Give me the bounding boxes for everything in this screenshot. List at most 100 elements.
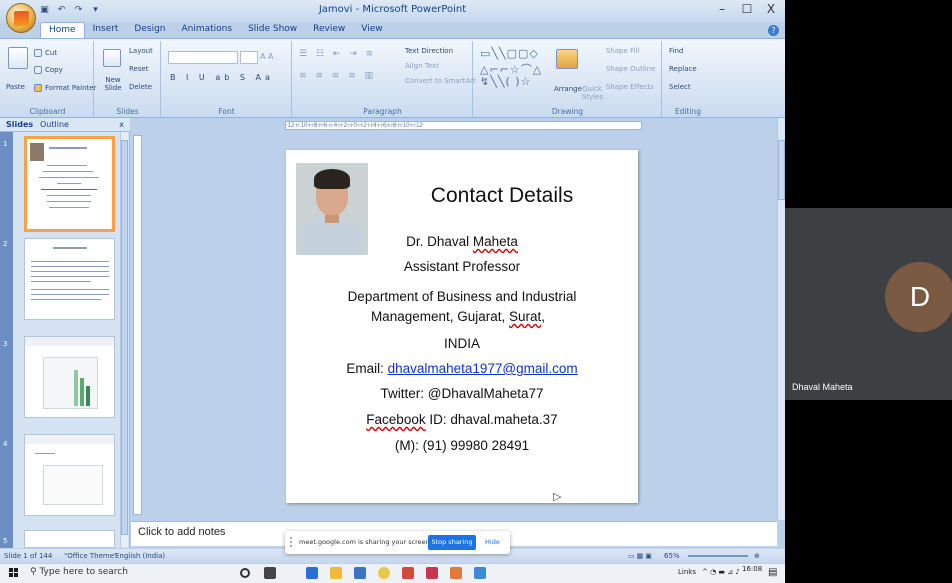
panel-scrollbar[interactable] [120,132,128,547]
smartart-button[interactable]: Convert to SmartArt [405,77,476,85]
fit-slide-icon[interactable]: ⊕ [754,552,760,560]
office-button[interactable] [6,3,36,33]
dept-city: Surat [509,309,542,324]
zoom-slider[interactable] [688,555,748,557]
align-icons[interactable]: ≡ ≡ ≡ ≡ ▥ [299,71,376,81]
font-name-combo[interactable] [168,51,238,64]
tab-view[interactable]: View [353,22,390,39]
chrome-icon[interactable] [378,567,390,579]
ribbon-tabs: Home Insert Design Animations Slide Show… [40,22,391,39]
copy-button[interactable]: Copy [45,66,63,74]
paste-icon[interactable] [8,47,28,69]
align-text-button[interactable]: Align Text [405,62,439,70]
tab-animations[interactable]: Animations [173,22,240,39]
font-size-combo[interactable] [240,51,258,64]
slide-scroll-knob[interactable] [778,140,785,200]
close-button[interactable]: X [762,2,780,16]
grow-font-icon[interactable]: A A [260,52,274,61]
slide-thumbnail-1[interactable] [24,136,115,232]
editing-label: Editing [674,107,702,116]
task-view-icon[interactable] [264,567,276,579]
help-icon[interactable]: ? [768,25,779,36]
tab-home[interactable]: Home [40,22,85,39]
tab-slide-show[interactable]: Slide Show [240,22,305,39]
arrange-icon[interactable] [556,49,578,69]
cortana-icon[interactable] [240,568,250,578]
drag-handle-icon[interactable] [290,537,293,547]
app-icon-3[interactable] [474,567,486,579]
thumb-line [49,207,89,208]
font-format-icons[interactable]: B I U ab S Aa [170,73,274,82]
email-link[interactable]: dhavalmaheta1977@gmail.com [388,361,578,376]
font-group: A A B I U ab S Aa Font [162,41,292,117]
participant-name: Dhaval Maheta [792,382,853,392]
thumb-photo [30,143,44,161]
slide-thumbnail-5[interactable] [24,530,115,548]
thumb-line [49,147,87,149]
tab-insert[interactable]: Insert [85,22,127,39]
minimize-button[interactable]: – [713,2,731,16]
tray-links[interactable]: Links [678,568,696,576]
shape-fill-button[interactable]: Shape Fill [606,47,640,55]
cut-button[interactable]: Cut [45,49,57,57]
slide-scrollbar[interactable] [777,118,785,520]
text-direction-button[interactable]: Text Direction [405,47,453,55]
windows-start-icon[interactable] [9,568,19,578]
slide-canvas[interactable]: Contact Details Dr. Dhaval Maheta Assist… [286,150,638,503]
shape-effects-button[interactable]: Shape Effects [606,83,654,91]
slide-thumbnail-3[interactable] [24,336,115,418]
office-logo-icon [14,11,29,26]
thumb-line [53,247,87,249]
tray-clock[interactable]: 16:08 [742,565,762,573]
windows-taskbar: ⚲ Type here to search Links ^ ◔ ▬ ⊿ ♪ 16… [0,564,785,583]
paste-button[interactable]: Paste [6,83,25,91]
reset-button[interactable]: Reset [129,65,149,73]
delete-button[interactable]: Delete [129,83,152,91]
slide-thumbnail-4[interactable] [24,434,115,516]
name-surname: Maheta [472,234,518,249]
store-icon[interactable] [354,567,366,579]
email-label: Email: [346,361,388,376]
taskbar-search[interactable]: ⚲ Type here to search [30,567,230,581]
panel-scroll-knob[interactable] [121,140,128,535]
notes-placeholder: Click to add notes [138,526,226,538]
app-icon-2[interactable] [450,567,462,579]
thumb-line [31,266,109,267]
find-button[interactable]: Find [669,47,683,55]
format-painter-button[interactable]: Format Painter [45,84,96,92]
edge-icon[interactable] [306,567,318,579]
arrange-button[interactable]: Arrange [554,85,582,93]
new-slide-icon[interactable] [103,49,121,67]
tray-icons[interactable]: ^ ◔ ▬ ⊿ ♪ [702,568,740,576]
new-slide-button[interactable]: New Slide [101,76,125,92]
thumb-bar [86,386,90,406]
list-icons[interactable]: ☰ ☷ ⇤ ⇥ ≡ [299,49,376,59]
quick-styles-button[interactable]: Quick Styles [582,85,606,101]
stop-sharing-button[interactable]: Stop sharing [428,535,476,550]
slide-thumbnail-2[interactable] [24,238,115,320]
panel-close-button[interactable]: x [119,120,124,129]
tab-slides[interactable]: Slides [6,120,33,129]
tab-design[interactable]: Design [126,22,173,39]
tab-review[interactable]: Review [305,22,353,39]
shapes-gallery-row3[interactable]: ↯╲╲( )☆ [480,75,531,88]
shape-outline-button[interactable]: Shape Outline [606,65,655,73]
view-buttons[interactable]: ▭▦▣ [628,552,654,560]
drawing-group: ▭╲╲▢▢◇ △⌐⌐☆⌒△ ↯╲╲( )☆ Arrange Quick Styl… [474,41,662,117]
notification-icon[interactable]: ▤ [768,567,777,578]
replace-button[interactable]: Replace [669,65,697,73]
layout-button[interactable]: Layout [129,47,153,55]
file-explorer-icon[interactable] [330,567,342,579]
zoom-level[interactable]: 65% [664,552,680,560]
app-icon[interactable] [402,567,414,579]
slide-designation: Assistant Professor [403,259,521,274]
language[interactable]: English (India) [115,552,165,560]
slide-title: Contact Details [430,184,574,207]
shapes-gallery[interactable]: ▭╲╲▢▢◇ [480,47,539,60]
select-button[interactable]: Select [669,83,691,91]
powerpoint-icon[interactable] [426,567,438,579]
tab-outline[interactable]: Outline [40,120,69,129]
maximize-button[interactable]: ☐ [738,2,756,16]
thumb-line [41,189,97,190]
hide-banner-button[interactable]: Hide [485,538,500,546]
